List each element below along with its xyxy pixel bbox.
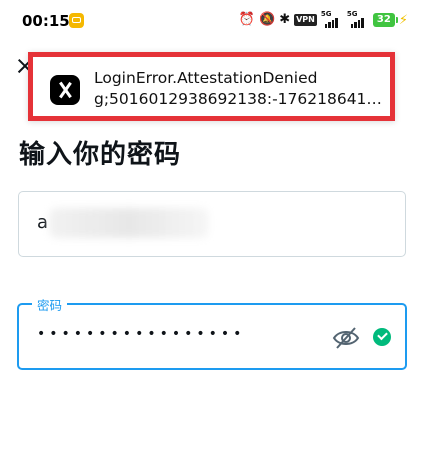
username-value: a: [37, 212, 49, 233]
toast-body: g;5016012938692138:-176218641…: [94, 90, 382, 108]
redaction-blur: [49, 208, 209, 238]
x-logo-icon: [50, 75, 80, 105]
network-type-2: 5G: [346, 10, 358, 18]
battery-icon: 32: [372, 13, 398, 27]
bluetooth-icon: ✱: [279, 12, 291, 27]
username-field[interactable]: a: [18, 191, 406, 257]
network-type-1: 5G: [320, 10, 332, 18]
password-label: 密码: [32, 295, 68, 314]
status-time: 00:15: [22, 12, 70, 30]
check-circle-icon: [373, 328, 391, 346]
password-value: •••••••••••••••••: [37, 326, 246, 342]
hide-password-icon[interactable]: [331, 323, 361, 353]
page-title: 输入你的密码: [19, 140, 182, 170]
vpn-icon: VPN: [294, 14, 317, 26]
charging-icon: ⚡: [398, 12, 408, 28]
alarm-icon: ⏰: [238, 12, 256, 27]
signal-icon-1: 5G: [320, 10, 343, 28]
notification-app-icon: [69, 13, 84, 28]
status-bar: 00:15 ⏰ 🔕 ✱ VPN 5G 5G 32 ⚡: [0, 0, 426, 44]
signal-icon-2: 5G: [346, 10, 369, 28]
mute-icon: 🔕: [259, 12, 276, 27]
toast-title: LoginError.AttestationDenied: [94, 69, 318, 87]
password-field[interactable]: 密码 •••••••••••••••••: [17, 295, 407, 370]
status-icons: ⏰ 🔕 ✱ VPN 5G 5G 32 ⚡: [238, 10, 408, 29]
error-toast[interactable]: LoginError.AttestationDenied g;501601293…: [28, 52, 395, 121]
